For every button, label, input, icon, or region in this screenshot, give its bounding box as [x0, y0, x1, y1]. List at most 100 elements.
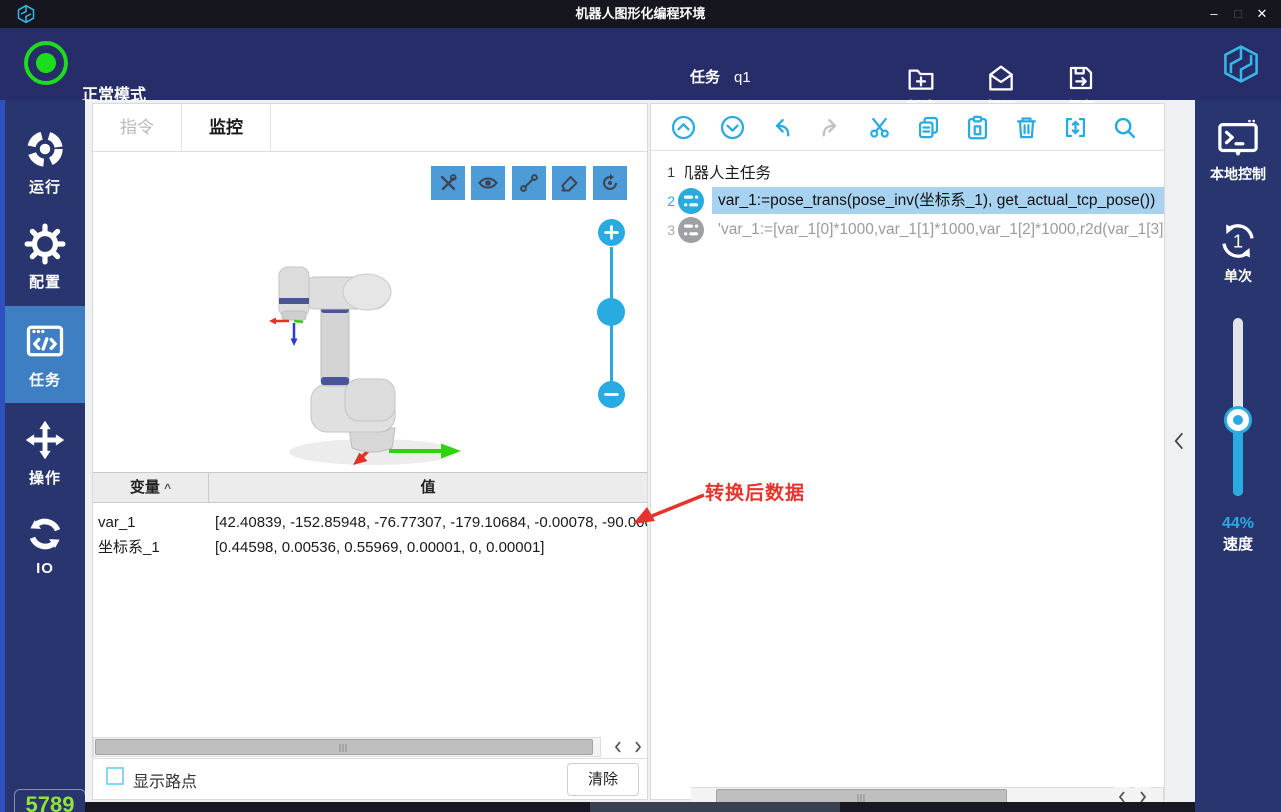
taskbar-item: [590, 802, 840, 812]
run-icon: [24, 128, 66, 170]
minus-icon: [604, 387, 619, 402]
counter-badge: 5789: [14, 789, 86, 812]
view-path-button[interactable]: [512, 166, 546, 200]
program-panel: 1 机器人主任务 2 var_1:=pose_trans(pose_inv(坐标…: [650, 103, 1165, 800]
left-sidebar: 运行 配置 任务: [0, 100, 85, 812]
window-title: 机器人图形化编程环境: [0, 0, 1281, 28]
table-row-var1[interactable]: var_1 [42.40839, -152.85948, -76.77307, …: [93, 510, 647, 535]
view-eraser-button[interactable]: [552, 166, 586, 200]
new-file-icon: [905, 62, 937, 94]
monitor-hscroll-thumb[interactable]: [95, 739, 593, 755]
tools-icon: [437, 172, 459, 194]
column-variable[interactable]: 变量 ^: [93, 473, 209, 502]
redo-icon: [817, 114, 844, 141]
scroll-left-button[interactable]: [610, 737, 626, 757]
annotation-arrow: [600, 470, 840, 540]
task-value: q1: [734, 69, 751, 86]
move-down-button[interactable]: [719, 114, 746, 141]
save-icon: [1065, 62, 1097, 94]
task-label: 任务: [690, 69, 720, 86]
search-button[interactable]: [1111, 114, 1138, 141]
clear-button[interactable]: 清除: [567, 763, 639, 796]
taskbar-strip: [85, 802, 1195, 812]
collapse-panel-handle[interactable]: [1172, 430, 1186, 452]
speed-value: 44%: [1195, 515, 1281, 533]
header-bar: 正常模式 任务q1 配置default 新建 打开 保存: [0, 28, 1281, 100]
single-run-button[interactable]: 1 单次: [1195, 220, 1281, 286]
title-bar: 机器人图形化编程环境 – □ ✕: [0, 0, 1281, 28]
task-code-icon: [23, 319, 67, 363]
delete-icon: [1013, 114, 1040, 141]
move-down-icon: [719, 114, 746, 141]
fold-button[interactable]: [1062, 114, 1089, 141]
settings-gear-icon: [24, 223, 66, 265]
program-line-selected[interactable]: 2 var_1:=pose_trans(pose_inv(坐标系_1), get…: [651, 186, 1164, 215]
cut-button[interactable]: [866, 114, 893, 141]
column-value: 值: [209, 473, 647, 502]
terminal-icon: [1215, 118, 1261, 160]
monitor-footer: 显示路点 清除: [93, 758, 647, 799]
sort-asc-icon: ^: [164, 481, 171, 495]
path-icon: [518, 172, 540, 194]
view-rotate-button[interactable]: [593, 166, 627, 200]
monitor-panel: 指令 监控: [92, 103, 648, 800]
redo-button[interactable]: [817, 114, 844, 141]
paste-button[interactable]: [964, 114, 991, 141]
open-file-icon: [985, 62, 1017, 94]
scroll-right-button[interactable]: [630, 737, 646, 757]
zoom-in-button[interactable]: [598, 219, 625, 246]
undo-icon: [768, 114, 795, 141]
zoom-slider-knob[interactable]: [597, 298, 625, 326]
local-control-button[interactable]: 本地控制: [1195, 118, 1281, 184]
jog-move-icon: [24, 419, 66, 461]
rotate-icon: [599, 172, 621, 194]
show-waypoints-checkbox[interactable]: [106, 767, 124, 785]
view-visibility-button[interactable]: [471, 166, 505, 200]
chevron-right-icon: [633, 740, 643, 754]
assignment-icon-disabled: [678, 217, 704, 243]
eraser-icon: [558, 172, 580, 194]
tab-instruction[interactable]: 指令: [93, 104, 182, 152]
mode-label: 正常模式: [82, 81, 146, 105]
table-row-frame1[interactable]: 坐标系_1 [0.44598, 0.00536, 0.55969, 0.0000…: [93, 535, 647, 560]
brand-logo-icon: [1219, 42, 1263, 86]
monitor-hscrollbar[interactable]: [93, 737, 601, 757]
assignment-icon: [678, 188, 704, 214]
fold-icon: [1062, 114, 1089, 141]
single-run-icon: 1: [1217, 220, 1259, 262]
chevron-left-icon: [1172, 430, 1186, 452]
sidebar-item-config[interactable]: 配置: [5, 213, 85, 301]
sidebar-item-task[interactable]: 任务: [5, 306, 85, 403]
task-field: 任务 q1: [690, 66, 751, 87]
tab-monitor[interactable]: 监控: [182, 104, 271, 152]
plus-icon: [604, 225, 619, 240]
program-lines: 1 机器人主任务 2 var_1:=pose_trans(pose_inv(坐标…: [651, 157, 1164, 244]
move-up-button[interactable]: [670, 114, 697, 141]
variable-table-header: 变量 ^ 值: [93, 472, 647, 503]
speed-slider-knob[interactable]: [1224, 406, 1252, 434]
close-button[interactable]: ✕: [1247, 0, 1277, 28]
app-window: 机器人图形化编程环境 – □ ✕ 正常模式 任务q1 配置default 新建 …: [0, 0, 1281, 812]
zoom-out-button[interactable]: [598, 381, 625, 408]
view-tools-button[interactable]: [431, 166, 465, 200]
program-line[interactable]: 1 机器人主任务: [651, 157, 1164, 186]
move-up-icon: [670, 114, 697, 141]
svg-text:1: 1: [1233, 231, 1243, 252]
speed-label: 速度: [1195, 533, 1281, 554]
sidebar-item-run[interactable]: 运行: [5, 118, 85, 206]
program-line-disabled[interactable]: 3 'var_1:=[var_1[0]*1000,var_1[1]*1000,v…: [651, 215, 1164, 244]
chevron-left-icon: [613, 740, 623, 754]
robot-3d-view[interactable]: [249, 251, 463, 473]
undo-button[interactable]: [768, 114, 795, 141]
sidebar-item-operate[interactable]: 操作: [5, 408, 85, 498]
paste-icon: [964, 114, 991, 141]
tab-bar: 指令 监控: [93, 104, 647, 152]
control-sidebar: 本地控制 1 单次 44% 速度: [1195, 100, 1281, 812]
sidebar-item-io[interactable]: IO: [5, 503, 85, 587]
status-indicator: [24, 41, 68, 85]
cut-icon: [866, 114, 893, 141]
delete-button[interactable]: [1013, 114, 1040, 141]
copy-button[interactable]: [915, 114, 942, 141]
show-waypoints-label: 显示路点: [133, 768, 197, 792]
copy-icon: [915, 114, 942, 141]
